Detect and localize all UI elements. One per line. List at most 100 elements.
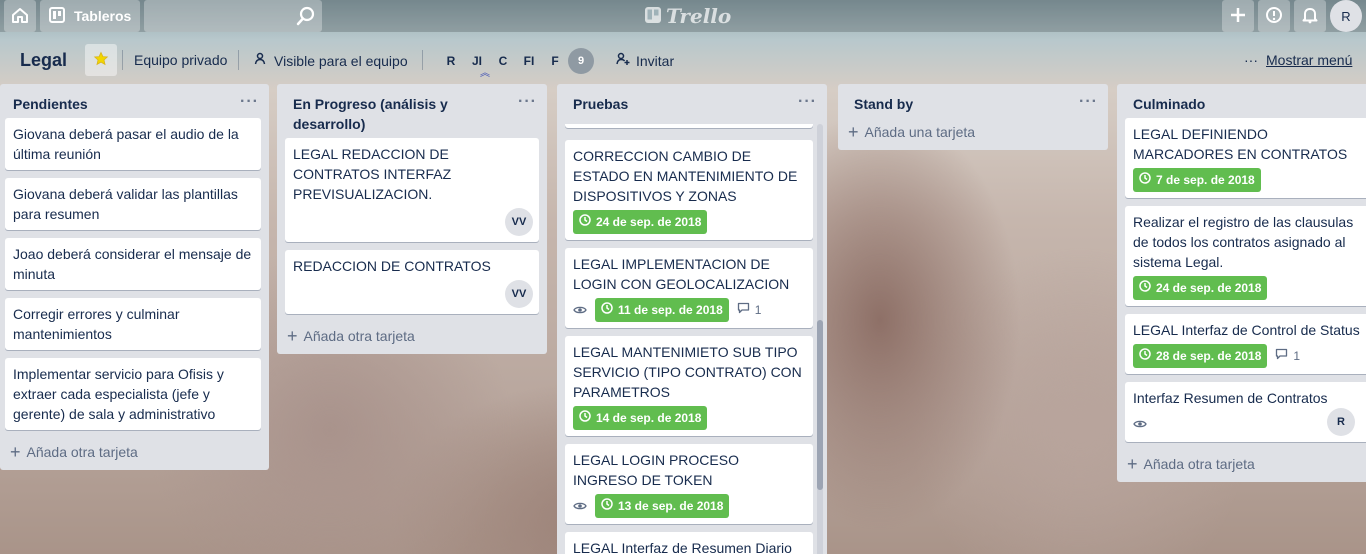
due-date-text: 14 de sep. de 2018 [596, 411, 702, 425]
eye-icon [573, 305, 587, 315]
card[interactable]: LEGAL DEFINIENDO MARCADORES EN CONTRATOS… [1125, 118, 1366, 198]
due-date-badge[interactable]: 7 de sep. de 2018 [1133, 168, 1261, 192]
list-menu-icon[interactable]: ··· [518, 92, 537, 112]
due-date-text: 24 de sep. de 2018 [596, 215, 702, 229]
card-title: Joao deberá considerar el mensaje de min… [13, 246, 252, 282]
plus-icon: + [1127, 454, 1138, 474]
due-date-badge[interactable]: 24 de sep. de 2018 [573, 210, 708, 234]
clock-icon [579, 212, 591, 232]
card-title: LEGAL LOGIN PROCESO INGRESO DE TOKEN [573, 452, 739, 488]
user-avatar[interactable]: R [1330, 0, 1362, 32]
card[interactable]: Joao deberá considerar el mensaje de min… [5, 238, 261, 290]
card-title: Realizar el registro de las clausulas de… [1133, 214, 1354, 270]
card[interactable]: Implementar servicio para Ofisis y extra… [5, 358, 261, 430]
card[interactable]: REDACCION DE CONTRATOS VV [285, 250, 539, 314]
list-pruebas: Pruebas ··· CORRECCION CAMBIO DE ESTADO … [557, 84, 827, 554]
comment-count: 1 [1293, 349, 1301, 363]
trello-logo[interactable]: Trello [644, 4, 731, 28]
list-title[interactable]: Pruebas ··· [557, 84, 827, 118]
add-card-button[interactable]: + Añada otra tarjeta [0, 438, 269, 470]
comment-count: 1 [754, 303, 762, 317]
list-title[interactable]: En Progreso (análisis y desarrollo) ··· [277, 84, 547, 138]
create-button[interactable] [1222, 0, 1254, 32]
list-en-progreso: En Progreso (análisis y desarrollo) ··· … [277, 84, 547, 354]
card[interactable]: Interfaz Resumen de Contratos R [1125, 382, 1366, 442]
list-title-text: Pruebas [573, 96, 629, 112]
add-card-button[interactable]: + Añada una tarjeta [838, 118, 1108, 150]
due-date-text: 7 de sep. de 2018 [1156, 173, 1255, 187]
list-title[interactable]: Pendientes ··· [0, 84, 269, 118]
card[interactable]: Giovana deberá validar las plantillas pa… [5, 178, 261, 230]
member-count-badge[interactable]: 9 [568, 48, 594, 74]
list-scrollbar[interactable] [817, 124, 823, 554]
due-date-badge[interactable]: 11 de sep. de 2018 [595, 298, 729, 322]
add-card-button[interactable]: + Añada otra tarjeta [277, 322, 547, 354]
list-title[interactable]: Culminado [1117, 84, 1366, 118]
scrollbar-thumb[interactable] [817, 320, 823, 490]
list-title-text: En Progreso (análisis y desarrollo) [293, 96, 448, 132]
due-date-text: 11 de sep. de 2018 [618, 303, 723, 317]
card[interactable]: LEGAL REDACCION DE CONTRATOS INTERFAZ PR… [285, 138, 539, 242]
add-card-label: Añada otra tarjeta [26, 444, 138, 460]
clock-icon [579, 408, 591, 428]
plus-icon [1229, 6, 1247, 27]
card[interactable]: Realizar el registro de las clausulas de… [1125, 206, 1366, 306]
clock-icon [1139, 278, 1151, 298]
list-menu-icon[interactable]: ··· [798, 92, 817, 112]
board-header: Legal Equipo privado Visible para el equ… [0, 36, 1366, 84]
due-date-badge[interactable]: 28 de sep. de 2018 [1133, 344, 1268, 368]
info-button[interactable] [1258, 0, 1290, 32]
card-title: LEGAL DEFINIENDO MARCADORES EN CONTRATOS [1133, 126, 1348, 162]
home-button[interactable] [4, 0, 36, 32]
board-title[interactable]: Legal [20, 50, 67, 71]
card-title: Interfaz Resumen de Contratos [1133, 390, 1328, 406]
header-divider [122, 50, 123, 70]
more-icon: ··· [1244, 52, 1258, 68]
search-input[interactable] [144, 0, 322, 32]
plus-icon: + [848, 122, 859, 142]
list-stand-by: Stand by ··· + Añada una tarjeta [838, 84, 1108, 150]
card-member-avatar[interactable]: R [1327, 408, 1355, 436]
due-date-badge[interactable]: 13 de sep. de 2018 [595, 494, 730, 518]
card[interactable]: LEGAL IMPLEMENTACION DE LOGIN CON GEOLOC… [565, 248, 813, 328]
card-title: CORRECCION CAMBIO DE ESTADO EN MANTENIMI… [573, 148, 798, 204]
card-title: REDACCION DE CONTRATOS [293, 258, 491, 274]
list-menu-icon[interactable]: ··· [1079, 92, 1098, 112]
card-member-avatar[interactable]: VV [505, 280, 533, 308]
list-title-text: Culminado [1133, 96, 1206, 112]
list-culminado: Culminado LEGAL DEFINIENDO MARCADORES EN… [1117, 84, 1366, 482]
info-icon [1265, 6, 1283, 27]
add-card-button[interactable]: + Añada otra tarjeta [1117, 450, 1366, 482]
invite-button[interactable]: Invitar [616, 52, 674, 69]
member-avatar[interactable]: C [490, 48, 516, 74]
card-title: LEGAL MANTENIMIETO SUB TIPO SERVICIO (TI… [573, 344, 802, 400]
card-member-avatar[interactable]: VV [505, 208, 533, 236]
member-avatar[interactable]: F [542, 48, 568, 74]
comment-icon [737, 300, 750, 320]
card[interactable]: LEGAL Interfaz de Resumen Diario [565, 532, 813, 554]
due-date-badge[interactable]: 14 de sep. de 2018 [573, 406, 708, 430]
card-partial[interactable] [565, 124, 813, 128]
member-avatar[interactable]: FI [516, 48, 542, 74]
notifications-button[interactable] [1294, 0, 1326, 32]
show-menu-button[interactable]: ··· Mostrar menú [1244, 52, 1352, 68]
card[interactable]: LEGAL MANTENIMIETO SUB TIPO SERVICIO (TI… [565, 336, 813, 436]
card[interactable]: LEGAL Interfaz de Control de Status 28 d… [1125, 314, 1366, 374]
list-title[interactable]: Stand by ··· [838, 84, 1108, 118]
visibility-button[interactable]: Visible para el equipo [254, 52, 408, 69]
card[interactable]: LEGAL LOGIN PROCESO INGRESO DE TOKEN 13 … [565, 444, 813, 524]
card[interactable]: CORRECCION CAMBIO DE ESTADO EN MANTENIMI… [565, 140, 813, 240]
trello-logo-icon [644, 6, 662, 27]
team-button[interactable]: Equipo privado [134, 52, 227, 68]
star-button[interactable] [85, 44, 117, 76]
list-menu-icon[interactable]: ··· [240, 92, 259, 112]
clock-icon [1139, 170, 1151, 190]
card[interactable]: Giovana deberá pasar el audio de la últi… [5, 118, 261, 170]
due-date-badge[interactable]: 24 de sep. de 2018 [1133, 276, 1268, 300]
card-title: LEGAL Interfaz de Resumen Diario [573, 540, 792, 554]
card[interactable]: Corregir errores y culminar mantenimient… [5, 298, 261, 350]
boards-button[interactable]: Tableros [40, 0, 140, 32]
member-avatar[interactable]: R [438, 48, 464, 74]
show-menu-label: Mostrar menú [1266, 52, 1353, 68]
admin-chevron-icon: ︽ [480, 68, 490, 79]
